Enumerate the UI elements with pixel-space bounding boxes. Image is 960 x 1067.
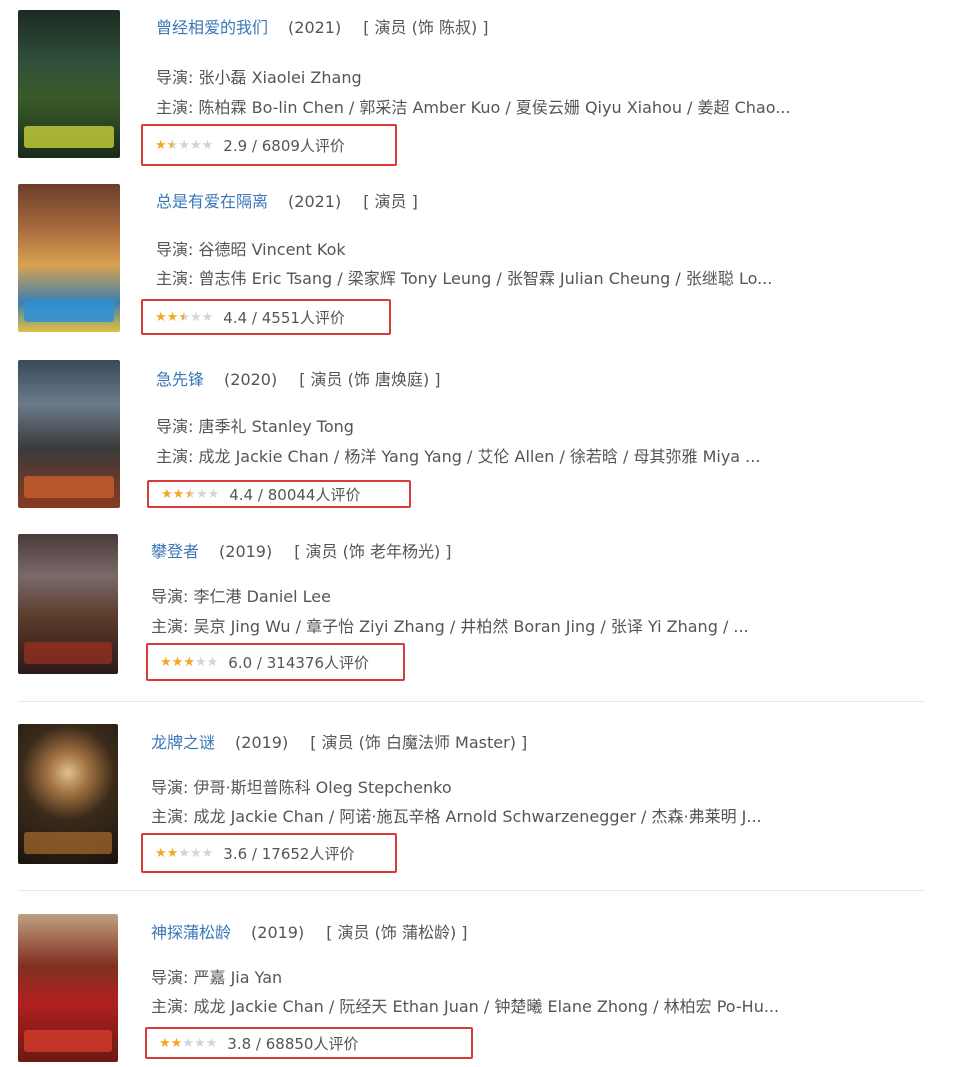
star-rating: ★ ★ ★ ★ ★	[161, 488, 219, 501]
star-icon: ★	[155, 845, 167, 861]
movie-title-link[interactable]: 龙牌之谜	[151, 733, 215, 752]
rating-text: 2.9 / 6809人评价	[223, 136, 345, 155]
cast-names: 吴京 Jing Wu / 章子怡 Ziyi Zhang / 井柏然 Boran …	[193, 617, 749, 636]
cast-row: 主演: 吴京 Jing Wu / 章子怡 Ziyi Zhang / 井柏然 Bo…	[151, 617, 749, 636]
movie-title-link[interactable]: 急先锋	[156, 370, 204, 389]
rating-text: 6.0 / 314376人评价	[228, 653, 369, 672]
director-names: 李仁港 Daniel Lee	[193, 587, 332, 606]
star-icon: ★	[178, 309, 190, 325]
cast-row: 主演: 曾志伟 Eric Tsang / 梁家辉 Tony Leung / 张智…	[156, 269, 773, 288]
movie-poster[interactable]	[18, 534, 118, 674]
star-rating: ★ ★ ★ ★ ★	[155, 139, 213, 152]
rating-text: 3.6 / 17652人评价	[223, 844, 355, 863]
director-row: 导演: 谷德昭 Vincent Kok	[156, 240, 346, 259]
movie-poster[interactable]	[18, 360, 120, 508]
star-icon: ★	[178, 845, 190, 861]
star-icon: ★	[166, 309, 179, 325]
star-icon: ★	[161, 486, 173, 502]
star-icon: ★	[166, 137, 179, 153]
star-icon: ★	[201, 309, 214, 325]
director-names: 伊哥·斯坦普陈科 Oleg Stepchenko	[193, 778, 452, 797]
star-icon: ★	[171, 654, 184, 670]
movie-year: (2019)	[251, 923, 305, 942]
movie-role: [ 演员 (饰 唐焕庭) ]	[299, 370, 441, 389]
star-icon: ★	[183, 654, 195, 670]
movie-role: [ 演员 (饰 白魔法师 Master) ]	[310, 733, 528, 752]
star-icon: ★	[172, 486, 185, 502]
star-rating: ★ ★ ★ ★ ★	[160, 656, 218, 669]
star-icon: ★	[182, 1035, 194, 1051]
movie-poster[interactable]	[18, 914, 118, 1062]
movie-role: [ 演员 (饰 陈叔) ]	[363, 18, 489, 37]
rating-highlight-box: ★ ★ ★ ★ ★ 3.8 / 68850人评价	[145, 1027, 473, 1059]
director-row: 导演: 唐季礼 Stanley Tong	[156, 417, 354, 436]
cast-row: 主演: 成龙 Jackie Chan / 阮经天 Ethan Juan / 钟楚…	[151, 997, 780, 1016]
cast-row: 主演: 陈柏霖 Bo-lin Chen / 郭采洁 Amber Kuo / 夏侯…	[156, 98, 791, 117]
section-divider	[18, 701, 925, 702]
cast-names: 成龙 Jackie Chan / 阮经天 Ethan Juan / 钟楚曦 El…	[193, 997, 780, 1016]
rating-highlight-box: ★ ★ ★ ★ ★ 4.4 / 80044人评价	[147, 480, 411, 508]
movie-poster[interactable]	[18, 184, 120, 332]
star-icon: ★	[170, 1035, 183, 1051]
movie-year: (2020)	[224, 370, 278, 389]
rating-highlight-box: ★ ★ ★ ★ ★ 6.0 / 314376人评价	[146, 643, 405, 681]
rating-text: 4.4 / 4551人评价	[223, 308, 345, 327]
movie-year: (2021)	[288, 192, 342, 211]
rating-highlight-box: ★ ★ ★ ★ ★ 3.6 / 17652人评价	[141, 833, 397, 873]
movie-poster[interactable]	[18, 724, 118, 864]
star-icon: ★	[189, 137, 202, 153]
director-row: 导演: 李仁港 Daniel Lee	[151, 587, 332, 606]
star-rating: ★ ★ ★ ★ ★	[155, 847, 213, 860]
star-icon: ★	[201, 845, 214, 861]
director-names: 张小磊 Xiaolei Zhang	[198, 68, 362, 87]
movie-year: (2021)	[288, 18, 342, 37]
director-row: 导演: 张小磊 Xiaolei Zhang	[156, 68, 362, 87]
cast-row: 主演: 成龙 Jackie Chan / 杨洋 Yang Yang / 艾伦 A…	[156, 447, 761, 466]
movie-role: [ 演员 ]	[363, 192, 418, 211]
star-icon: ★	[155, 309, 167, 325]
cast-names: 成龙 Jackie Chan / 阿诺·施瓦辛格 Arnold Schwarze…	[193, 807, 762, 826]
movie-year: (2019)	[219, 542, 273, 561]
star-icon: ★	[205, 1035, 218, 1051]
movie-poster[interactable]	[18, 10, 120, 158]
rating-text: 3.8 / 68850人评价	[227, 1034, 359, 1053]
cast-names: 曾志伟 Eric Tsang / 梁家辉 Tony Leung / 张智霖 Ju…	[198, 269, 773, 288]
section-divider	[18, 890, 925, 891]
cast-names: 成龙 Jackie Chan / 杨洋 Yang Yang / 艾伦 Allen…	[198, 447, 761, 466]
movie-role: [ 演员 (饰 蒲松龄) ]	[326, 923, 468, 942]
director-names: 严嘉 Jia Yan	[193, 968, 283, 987]
movie-year: (2019)	[235, 733, 289, 752]
movie-title-link[interactable]: 总是有爱在隔离	[156, 192, 268, 211]
cast-row: 主演: 成龙 Jackie Chan / 阿诺·施瓦辛格 Arnold Schw…	[151, 807, 762, 826]
star-icon: ★	[189, 845, 202, 861]
star-icon: ★	[207, 486, 220, 502]
star-icon: ★	[178, 137, 190, 153]
rating-highlight-box: ★ ★ ★ ★ ★ 4.4 / 4551人评价	[141, 299, 391, 335]
cast-names: 陈柏霖 Bo-lin Chen / 郭采洁 Amber Kuo / 夏侯云姗 Q…	[198, 98, 791, 117]
movie-title-link[interactable]: 攀登者	[151, 542, 199, 561]
star-rating: ★ ★ ★ ★ ★	[155, 311, 213, 324]
rating-text: 4.4 / 80044人评价	[229, 485, 361, 504]
director-row: 导演: 伊哥·斯坦普陈科 Oleg Stepchenko	[151, 778, 452, 797]
star-icon: ★	[189, 309, 202, 325]
director-row: 导演: 严嘉 Jia Yan	[151, 968, 283, 987]
star-icon: ★	[159, 1035, 171, 1051]
star-rating: ★ ★ ★ ★ ★	[159, 1037, 217, 1050]
star-icon: ★	[195, 486, 208, 502]
movie-title-link[interactable]: 曾经相爱的我们	[156, 18, 268, 37]
rating-highlight-box: ★ ★ ★ ★ ★ 2.9 / 6809人评价	[141, 124, 397, 166]
star-icon: ★	[160, 654, 172, 670]
director-names: 唐季礼 Stanley Tong	[198, 417, 354, 436]
star-icon: ★	[193, 1035, 206, 1051]
star-icon: ★	[194, 654, 207, 670]
director-names: 谷德昭 Vincent Kok	[198, 240, 346, 259]
star-icon: ★	[155, 137, 167, 153]
star-icon: ★	[184, 486, 196, 502]
movie-role: [ 演员 (饰 老年杨光) ]	[294, 542, 452, 561]
star-icon: ★	[201, 137, 214, 153]
star-icon: ★	[206, 654, 219, 670]
star-icon: ★	[166, 845, 179, 861]
movie-title-link[interactable]: 神探蒲松龄	[151, 923, 231, 942]
